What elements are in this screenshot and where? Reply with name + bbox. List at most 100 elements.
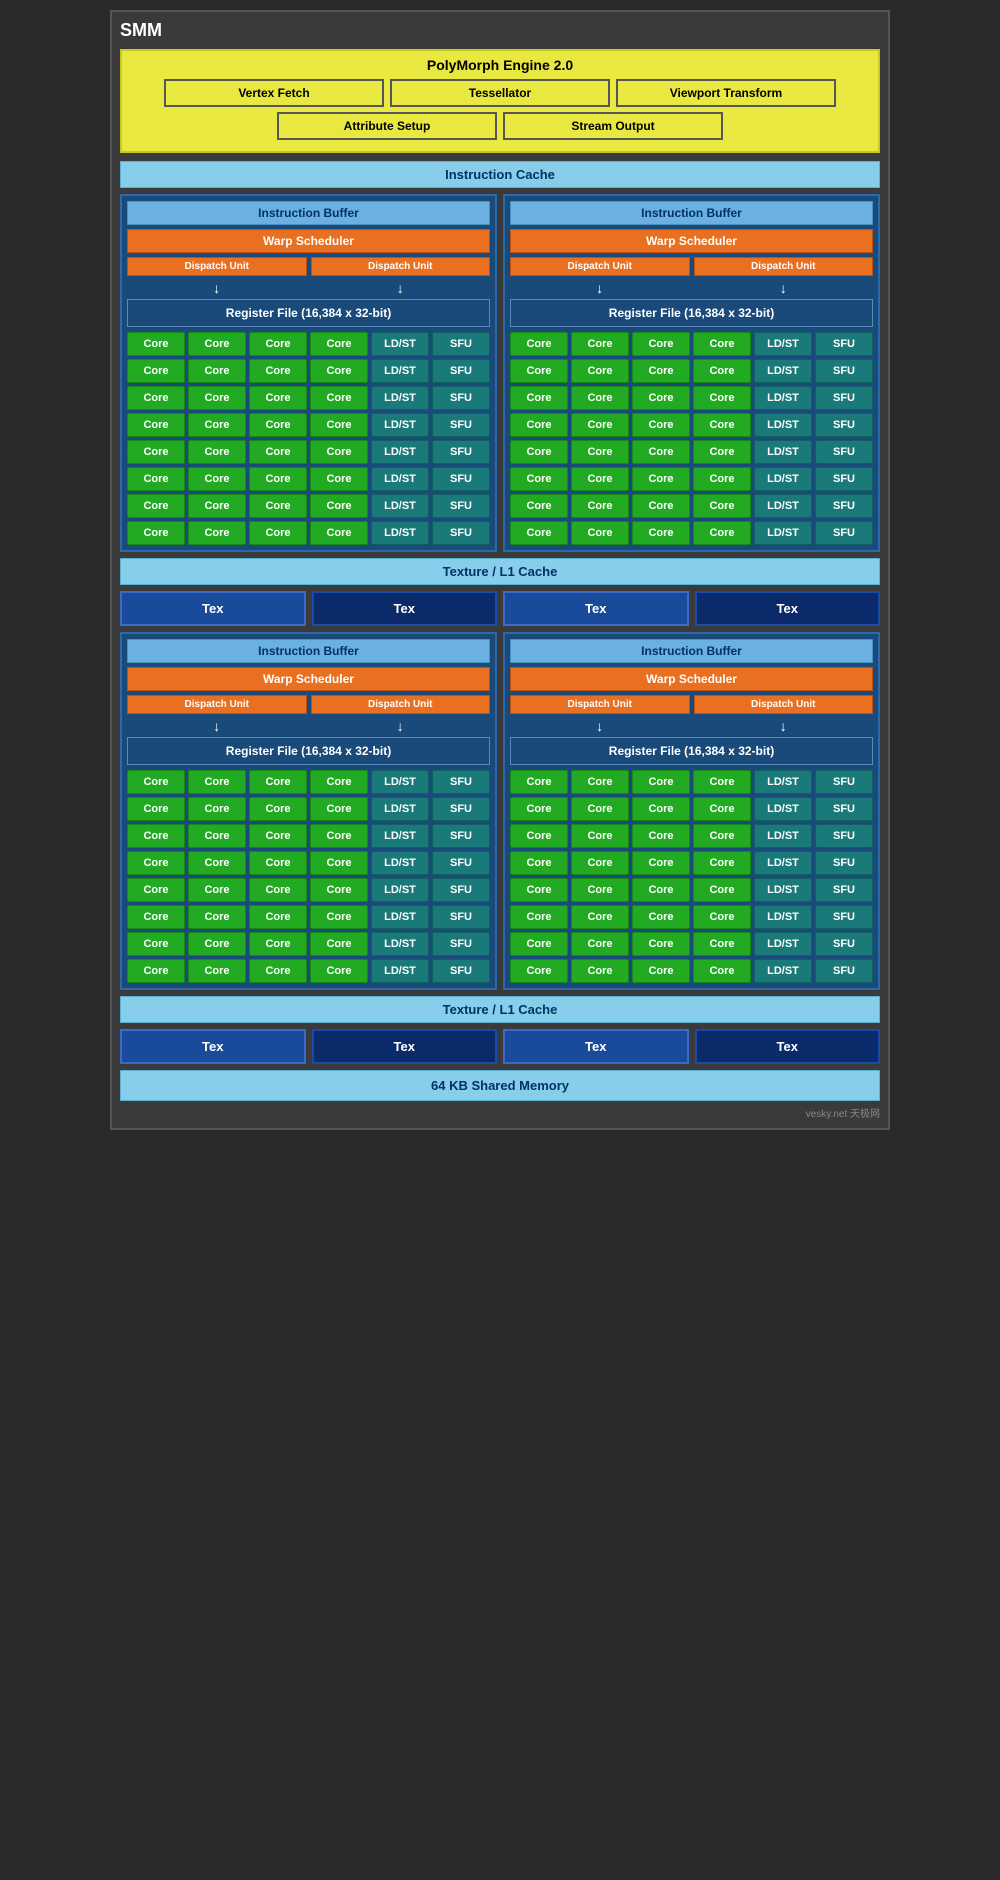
instruction-cache-bar-top: Instruction Cache <box>120 161 880 188</box>
bottom-right-core-grid: Core Core Core Core LD/ST SFU Core Core … <box>510 770 873 983</box>
ldst-cell: LD/ST <box>371 494 429 518</box>
core-cell: Core <box>188 467 246 491</box>
core-cell: Core <box>632 521 690 545</box>
core-cell: Core <box>632 332 690 356</box>
polymorph-row1: Vertex Fetch Tessellator Viewport Transf… <box>128 79 872 107</box>
sfu-cell: SFU <box>432 878 490 902</box>
core-cell: Core <box>249 932 307 956</box>
texture-cache-bar-bottom: Texture / L1 Cache <box>120 996 880 1023</box>
core-cell: Core <box>693 521 751 545</box>
sfu-cell: SFU <box>432 851 490 875</box>
ldst-cell: LD/ST <box>754 440 812 464</box>
core-cell: Core <box>310 521 368 545</box>
core-row: Core Core Core Core LD/ST SFU <box>127 878 490 902</box>
tex-box-5: Tex <box>120 1029 306 1064</box>
core-cell: Core <box>188 521 246 545</box>
core-cell: Core <box>632 932 690 956</box>
ldst-cell: LD/ST <box>371 797 429 821</box>
stream-output-box: Stream Output <box>503 112 723 140</box>
core-cell: Core <box>310 797 368 821</box>
core-cell: Core <box>310 467 368 491</box>
bottom-left-register-file: Register File (16,384 x 32-bit) <box>127 737 490 765</box>
core-cell: Core <box>510 386 568 410</box>
ldst-cell: LD/ST <box>754 824 812 848</box>
sfu-cell: SFU <box>815 359 873 383</box>
ldst-cell: LD/ST <box>371 386 429 410</box>
core-cell: Core <box>510 770 568 794</box>
sfu-cell: SFU <box>815 770 873 794</box>
core-cell: Core <box>127 521 185 545</box>
core-cell: Core <box>310 824 368 848</box>
bottom-right-warp-scheduler: Warp Scheduler <box>510 667 873 691</box>
ldst-cell: LD/ST <box>754 413 812 437</box>
top-right-dispatch-unit-1: Dispatch Unit <box>510 257 690 276</box>
top-left-arrows: ↓ ↓ <box>127 280 490 296</box>
core-cell: Core <box>249 770 307 794</box>
core-row: Core Core Core Core LD/ST SFU <box>127 905 490 929</box>
core-cell: Core <box>127 878 185 902</box>
tex-box-8: Tex <box>695 1029 881 1064</box>
core-cell: Core <box>188 851 246 875</box>
core-row: Core Core Core Core LD/ST SFU <box>510 959 873 983</box>
core-cell: Core <box>249 797 307 821</box>
texture-cache-bar-top: Texture / L1 Cache <box>120 558 880 585</box>
ldst-cell: LD/ST <box>371 851 429 875</box>
ldst-cell: LD/ST <box>371 332 429 356</box>
core-cell: Core <box>188 386 246 410</box>
top-right-instruction-buffer: Instruction Buffer <box>510 201 873 225</box>
core-cell: Core <box>571 440 629 464</box>
core-cell: Core <box>510 932 568 956</box>
tex-box-1: Tex <box>120 591 306 626</box>
core-cell: Core <box>693 494 751 518</box>
core-cell: Core <box>693 440 751 464</box>
polymorph-title: PolyMorph Engine 2.0 <box>128 57 872 73</box>
core-cell: Core <box>571 467 629 491</box>
core-row: Core Core Core Core LD/ST SFU <box>510 359 873 383</box>
core-row: Core Core Core Core LD/ST SFU <box>510 386 873 410</box>
bottom-tex-row: Tex Tex Tex Tex <box>120 1029 880 1064</box>
core-cell: Core <box>127 386 185 410</box>
ldst-cell: LD/ST <box>754 467 812 491</box>
bottom-left-instruction-buffer: Instruction Buffer <box>127 639 490 663</box>
core-cell: Core <box>310 905 368 929</box>
sfu-cell: SFU <box>432 440 490 464</box>
core-cell: Core <box>127 332 185 356</box>
core-cell: Core <box>693 467 751 491</box>
tessellator-box: Tessellator <box>390 79 610 107</box>
ldst-cell: LD/ST <box>754 851 812 875</box>
ldst-cell: LD/ST <box>754 959 812 983</box>
tex-box-2: Tex <box>312 591 498 626</box>
core-row: Core Core Core Core LD/ST SFU <box>510 494 873 518</box>
core-row: Core Core Core Core LD/ST SFU <box>510 905 873 929</box>
core-row: Core Core Core Core LD/ST SFU <box>127 494 490 518</box>
main-container: SMM PolyMorph Engine 2.0 Vertex Fetch Te… <box>110 10 890 1130</box>
core-cell: Core <box>310 386 368 410</box>
core-row: Core Core Core Core LD/ST SFU <box>127 851 490 875</box>
core-cell: Core <box>249 824 307 848</box>
ldst-cell: LD/ST <box>754 359 812 383</box>
core-row: Core Core Core Core LD/ST SFU <box>127 386 490 410</box>
sfu-cell: SFU <box>815 905 873 929</box>
sfu-cell: SFU <box>432 332 490 356</box>
polymorph-row2: Attribute Setup Stream Output <box>128 112 872 140</box>
core-cell: Core <box>310 332 368 356</box>
sfu-cell: SFU <box>432 824 490 848</box>
bottom-right-arrows: ↓ ↓ <box>510 718 873 734</box>
bottom-left-sm: Instruction Buffer Warp Scheduler Dispat… <box>120 632 497 990</box>
core-row: Core Core Core Core LD/ST SFU <box>510 878 873 902</box>
core-cell: Core <box>188 440 246 464</box>
bottom-sm-section: Instruction Buffer Warp Scheduler Dispat… <box>120 632 880 990</box>
core-row: Core Core Core Core LD/ST SFU <box>510 824 873 848</box>
core-cell: Core <box>127 467 185 491</box>
core-cell: Core <box>249 386 307 410</box>
smm-title: SMM <box>120 20 880 41</box>
core-cell: Core <box>510 440 568 464</box>
core-cell: Core <box>127 413 185 437</box>
sfu-cell: SFU <box>815 851 873 875</box>
core-cell: Core <box>510 521 568 545</box>
bottom-left-dispatch-row: Dispatch Unit Dispatch Unit <box>127 695 490 714</box>
ldst-cell: LD/ST <box>754 332 812 356</box>
ldst-cell: LD/ST <box>371 359 429 383</box>
core-cell: Core <box>249 521 307 545</box>
core-cell: Core <box>571 851 629 875</box>
